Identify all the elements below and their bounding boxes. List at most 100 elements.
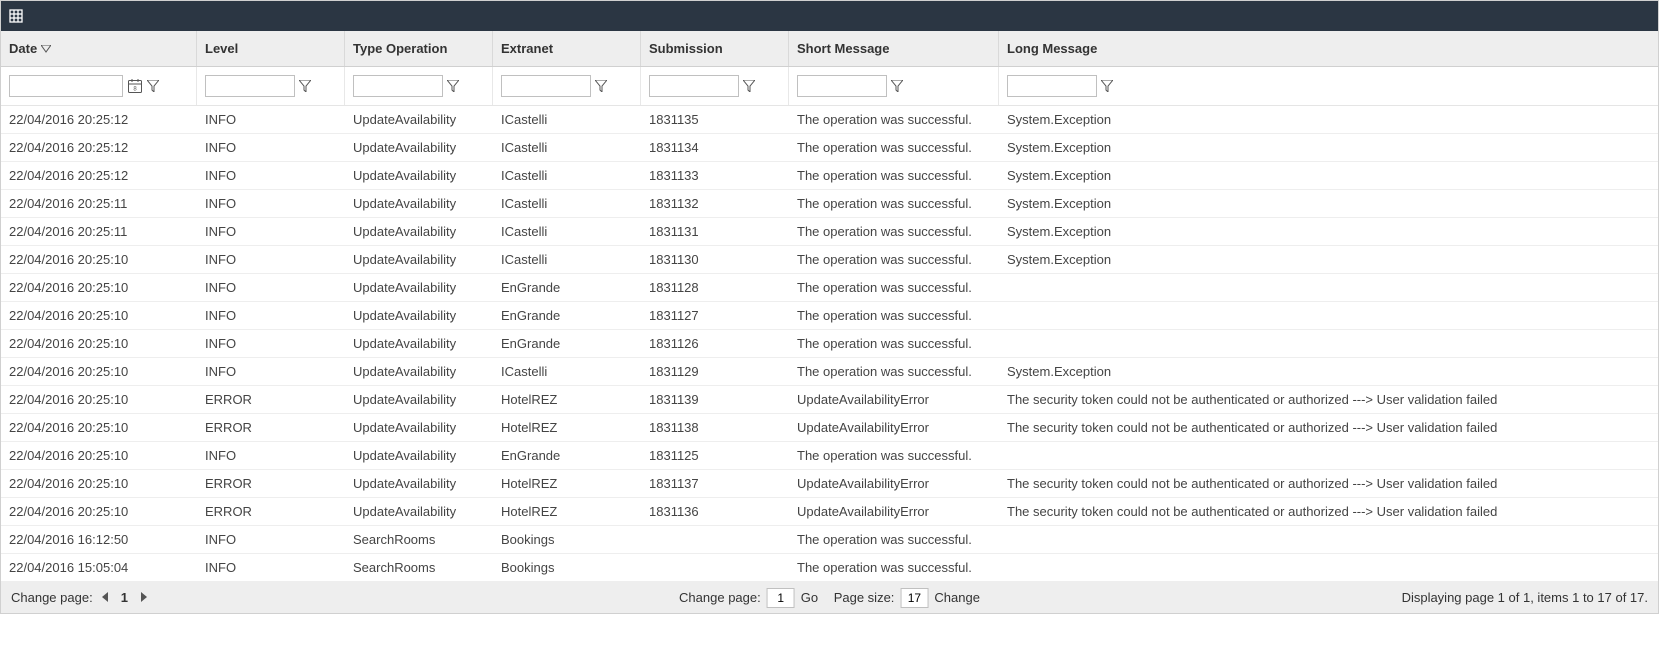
header-short-label: Short Message	[797, 41, 889, 56]
page-size-input[interactable]	[900, 588, 928, 608]
pager-next-icon[interactable]	[138, 590, 150, 605]
cell-date: 22/04/2016 20:25:11	[1, 190, 197, 217]
filter-submission-input[interactable]	[649, 75, 739, 97]
cell-extranet: Bookings	[493, 554, 641, 581]
cell-long: System.Exception	[999, 134, 1658, 161]
header-extranet-label: Extranet	[501, 41, 553, 56]
filter-date-input[interactable]	[9, 75, 123, 97]
grid-footer: Change page: 1 Change page: Go Page size…	[1, 582, 1658, 613]
cell-long: System.Exception	[999, 190, 1658, 217]
filter-short-input[interactable]	[797, 75, 887, 97]
header-extranet[interactable]: Extranet	[493, 31, 641, 66]
cell-long: The security token could not be authenti…	[999, 414, 1658, 441]
cell-extranet: ICastelli	[493, 106, 641, 133]
cell-submission: 1831130	[641, 246, 789, 273]
grid-header-row: Date Level Type Operation Extranet Submi…	[1, 31, 1658, 67]
cell-short: The operation was successful.	[789, 190, 999, 217]
cell-date: 22/04/2016 20:25:12	[1, 134, 197, 161]
cell-submission: 1831137	[641, 470, 789, 497]
header-type[interactable]: Type Operation	[345, 31, 493, 66]
change-button[interactable]: Change	[934, 590, 980, 605]
cell-date: 22/04/2016 20:25:10	[1, 246, 197, 273]
cell-short: The operation was successful.	[789, 162, 999, 189]
table-row[interactable]: 22/04/2016 20:25:12INFOUpdateAvailabilit…	[1, 134, 1658, 162]
grid-icon[interactable]	[9, 9, 23, 23]
cell-type: UpdateAvailability	[345, 162, 493, 189]
table-row[interactable]: 22/04/2016 20:25:12INFOUpdateAvailabilit…	[1, 162, 1658, 190]
cell-date: 22/04/2016 15:05:04	[1, 554, 197, 581]
header-long[interactable]: Long Message	[999, 31, 1658, 66]
header-short[interactable]: Short Message	[789, 31, 999, 66]
cell-long: The security token could not be authenti…	[999, 386, 1658, 413]
cell-type: UpdateAvailability	[345, 106, 493, 133]
cell-long: The security token could not be authenti…	[999, 498, 1658, 525]
grid-body: 22/04/2016 20:25:12INFOUpdateAvailabilit…	[1, 106, 1658, 582]
table-row[interactable]: 22/04/2016 20:25:12INFOUpdateAvailabilit…	[1, 106, 1658, 134]
filter-long-input[interactable]	[1007, 75, 1097, 97]
cell-date: 22/04/2016 20:25:10	[1, 470, 197, 497]
cell-submission: 1831133	[641, 162, 789, 189]
header-date[interactable]: Date	[1, 31, 197, 66]
cell-level: INFO	[197, 218, 345, 245]
log-grid: Date Level Type Operation Extranet Submi…	[0, 0, 1659, 614]
cell-type: UpdateAvailability	[345, 358, 493, 385]
cell-type: SearchRooms	[345, 526, 493, 553]
table-row[interactable]: 22/04/2016 20:25:10INFOUpdateAvailabilit…	[1, 302, 1658, 330]
table-row[interactable]: 22/04/2016 20:25:10INFOUpdateAvailabilit…	[1, 330, 1658, 358]
cell-long	[999, 274, 1658, 301]
cell-long: The security token could not be authenti…	[999, 470, 1658, 497]
table-row[interactable]: 22/04/2016 20:25:11INFOUpdateAvailabilit…	[1, 190, 1658, 218]
cell-date: 22/04/2016 20:25:10	[1, 386, 197, 413]
filter-icon[interactable]	[447, 80, 459, 92]
filter-icon[interactable]	[743, 80, 755, 92]
pager-status: Displaying page 1 of 1, items 1 to 17 of…	[1402, 590, 1648, 605]
table-row[interactable]: 22/04/2016 20:25:11INFOUpdateAvailabilit…	[1, 218, 1658, 246]
cell-submission: 1831131	[641, 218, 789, 245]
calendar-icon[interactable]: 8	[127, 78, 143, 94]
cell-type: UpdateAvailability	[345, 498, 493, 525]
cell-submission: 1831135	[641, 106, 789, 133]
cell-extranet: HotelREZ	[493, 386, 641, 413]
table-row[interactable]: 22/04/2016 20:25:10ERRORUpdateAvailabili…	[1, 386, 1658, 414]
table-row[interactable]: 22/04/2016 20:25:10INFOUpdateAvailabilit…	[1, 358, 1658, 386]
cell-long: System.Exception	[999, 358, 1658, 385]
cell-date: 22/04/2016 20:25:11	[1, 218, 197, 245]
cell-short: The operation was successful.	[789, 330, 999, 357]
page-number-input[interactable]	[767, 588, 795, 608]
cell-extranet: EnGrande	[493, 274, 641, 301]
filter-type-input[interactable]	[353, 75, 443, 97]
cell-long: System.Exception	[999, 106, 1658, 133]
cell-date: 22/04/2016 16:12:50	[1, 526, 197, 553]
cell-extranet: ICastelli	[493, 218, 641, 245]
cell-type: UpdateAvailability	[345, 302, 493, 329]
table-row[interactable]: 22/04/2016 16:12:50INFOSearchRoomsBookin…	[1, 526, 1658, 554]
filter-icon[interactable]	[891, 80, 903, 92]
cell-level: ERROR	[197, 414, 345, 441]
header-level[interactable]: Level	[197, 31, 345, 66]
pager-prev-icon[interactable]	[99, 590, 111, 605]
cell-short: The operation was successful.	[789, 218, 999, 245]
cell-level: INFO	[197, 358, 345, 385]
cell-submission: 1831128	[641, 274, 789, 301]
filter-icon[interactable]	[595, 80, 607, 92]
filter-icon[interactable]	[147, 80, 159, 92]
table-row[interactable]: 22/04/2016 15:05:04INFOSearchRoomsBookin…	[1, 554, 1658, 582]
filter-icon[interactable]	[299, 80, 311, 92]
table-row[interactable]: 22/04/2016 20:25:10ERRORUpdateAvailabili…	[1, 470, 1658, 498]
cell-short: The operation was successful.	[789, 302, 999, 329]
filter-extranet-input[interactable]	[501, 75, 591, 97]
filter-level-input[interactable]	[205, 75, 295, 97]
go-button[interactable]: Go	[801, 590, 818, 605]
header-submission[interactable]: Submission	[641, 31, 789, 66]
table-row[interactable]: 22/04/2016 20:25:10ERRORUpdateAvailabili…	[1, 414, 1658, 442]
cell-short: The operation was successful.	[789, 526, 999, 553]
cell-long	[999, 442, 1658, 469]
table-row[interactable]: 22/04/2016 20:25:10INFOUpdateAvailabilit…	[1, 274, 1658, 302]
cell-date: 22/04/2016 20:25:10	[1, 274, 197, 301]
cell-long	[999, 330, 1658, 357]
filter-icon[interactable]	[1101, 80, 1113, 92]
table-row[interactable]: 22/04/2016 20:25:10INFOUpdateAvailabilit…	[1, 246, 1658, 274]
table-row[interactable]: 22/04/2016 20:25:10INFOUpdateAvailabilit…	[1, 442, 1658, 470]
table-row[interactable]: 22/04/2016 20:25:10ERRORUpdateAvailabili…	[1, 498, 1658, 526]
cell-extranet: HotelREZ	[493, 498, 641, 525]
